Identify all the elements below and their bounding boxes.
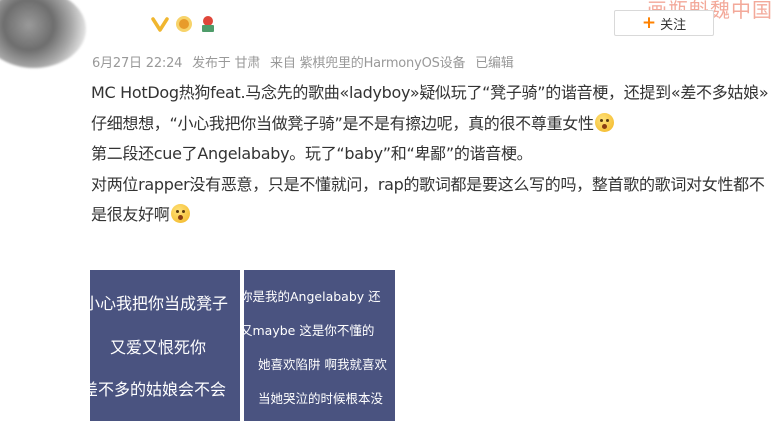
user-badges: [150, 14, 218, 34]
confused-emoji-icon: [170, 204, 190, 223]
lyric-line: 又maybe 这是你不懂的: [244, 323, 375, 338]
lyric-line: 又爱又恨死你: [110, 338, 207, 357]
post-line: MC HotDog热狗feat.马念先的歌曲«ladyboy»疑似玩了“凳子骑”…: [91, 83, 769, 102]
lyric-line: 她喜欢陷阱 啊我就喜欢: [258, 357, 387, 372]
post-source: 来自 紫棋兜里的HarmonyOS设备: [270, 56, 466, 71]
lyric-line: 当她哭泣的时候根本没: [258, 391, 384, 406]
vip-v-badge-icon: [150, 14, 170, 34]
post-image-1[interactable]: 小心我把你当成凳子 又爱又恨死你 差不多的姑娘会不会: [90, 270, 240, 421]
post-image-2[interactable]: 你是我的Angelababy 还 又maybe 这是你不懂的 她喜欢陷阱 啊我就…: [244, 270, 395, 421]
lyric-line: 你是我的Angelababy 还: [244, 289, 381, 304]
confused-emoji-icon: [594, 112, 614, 132]
post-line: 对两位rapper没有恶意，只是不懂就问，rap的歌词都是要这么写的吗，整首歌的…: [91, 174, 765, 225]
post-line: 第二段还cue了Angelababy。玩了“baby”和“卑鄙”的谐音梗。: [91, 144, 533, 163]
plus-icon: +: [641, 12, 657, 33]
lyric-line: 差不多的姑娘会不会: [90, 380, 227, 399]
lyric-line: 小心我把你当成凳子: [90, 294, 229, 313]
post-meta: 6月27日 22:24 发布于 甘肃 来自 紫棋兜里的HarmonyOS设备 已…: [92, 52, 520, 71]
event-badge-icon: [198, 14, 218, 34]
post-location: 发布于 甘肃: [192, 56, 261, 71]
post-time[interactable]: 6月27日 22:24: [92, 56, 182, 71]
post-text: MC HotDog热狗feat.马念先的歌曲«ladyboy»疑似玩了“凳子骑”…: [91, 78, 769, 231]
fan-medal-icon: [174, 14, 194, 34]
post-line: 仔细想想，“小心我把你当做凳子骑”是不是有擦边呢，真的很不尊重女性: [91, 109, 769, 140]
avatar[interactable]: [0, 0, 86, 68]
follow-label: 关注: [660, 17, 687, 33]
edited-label[interactable]: 已编辑: [475, 56, 514, 71]
follow-button[interactable]: + 关注: [614, 10, 714, 36]
